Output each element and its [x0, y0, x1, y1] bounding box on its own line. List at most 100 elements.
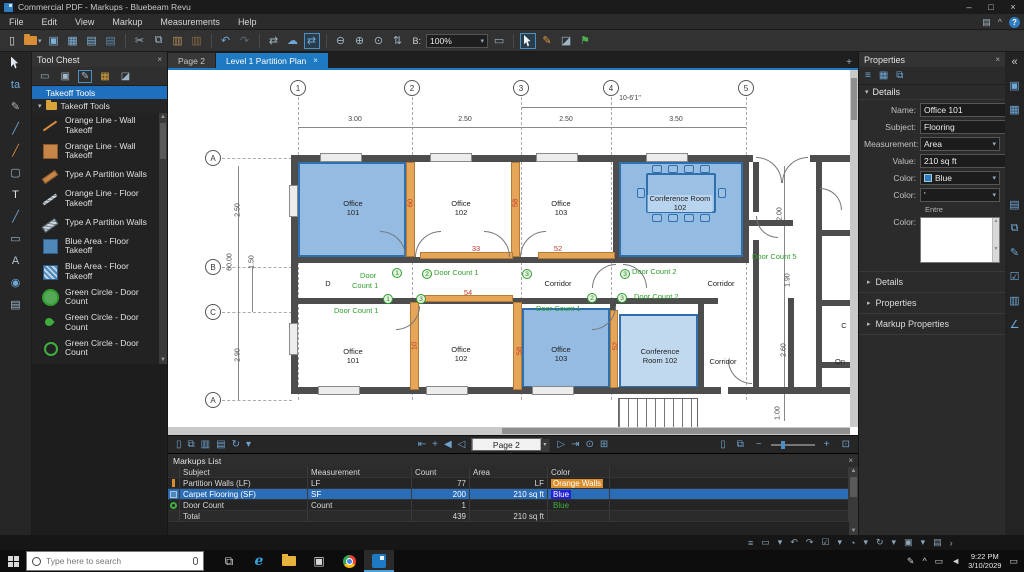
media-icon[interactable]: ▤ — [1009, 198, 1019, 211]
print-button[interactable]: ▤ — [84, 33, 100, 49]
next-page-icon[interactable]: ▷ — [557, 439, 565, 450]
store-button[interactable]: ▣ — [304, 550, 334, 572]
tool-item[interactable]: Type A Partition Walls — [32, 164, 159, 186]
column-header-measurement[interactable]: Measurement — [308, 467, 412, 477]
create-pdf-button[interactable]: ▦ — [65, 33, 81, 49]
minimize-button[interactable]: – — [958, 2, 980, 12]
copy-button[interactable]: ⧉ — [151, 33, 167, 49]
close-icon[interactable]: × — [848, 456, 853, 465]
save-caret[interactable]: ▾ — [921, 537, 926, 548]
paste-button[interactable]: ▥ — [170, 33, 186, 49]
redo-icon[interactable]: ↷ — [806, 537, 814, 548]
form-view-icon[interactable]: ▦ — [879, 70, 888, 81]
tool-item[interactable]: Orange Line - Wall Takeoff — [32, 113, 159, 139]
measure-icon[interactable]: ∠ — [1010, 318, 1020, 331]
column-header-count[interactable]: Count — [412, 467, 470, 477]
column-header-subject[interactable]: Subject — [180, 467, 308, 477]
new-document-button[interactable]: ▯ — [4, 33, 20, 49]
search-input[interactable] — [46, 556, 188, 566]
clipboard-icon[interactable]: ▥ — [201, 439, 210, 450]
menu-view[interactable]: View — [66, 14, 103, 30]
markups-row[interactable]: Total 439 210 sq ft — [168, 511, 849, 522]
door-count-marker[interactable]: 3 — [617, 293, 627, 303]
undo-icon[interactable]: ↶ — [790, 537, 798, 548]
sets-icon[interactable]: ⧉ — [1011, 222, 1019, 235]
door-count-marker[interactable]: 1 — [383, 294, 393, 304]
zoom-window-button[interactable]: ⊙ — [371, 33, 387, 49]
microphone-icon[interactable] — [193, 557, 198, 565]
close-icon[interactable]: × — [157, 55, 162, 64]
sync-caret[interactable]: ▾ — [892, 537, 897, 548]
menu-edit[interactable]: Edit — [33, 14, 67, 30]
redo-button[interactable]: ↷ — [237, 33, 253, 49]
signature-icon[interactable]: ✎ — [1010, 246, 1019, 259]
eraser-tool-button[interactable]: ◪ — [558, 33, 574, 49]
single-page-icon[interactable]: ▯ — [720, 439, 726, 450]
previous-page-icon[interactable]: ◁ — [458, 439, 466, 450]
file-explorer-button[interactable] — [274, 550, 304, 572]
start-button[interactable] — [0, 550, 26, 572]
close-tab-icon[interactable]: × — [313, 56, 318, 65]
menu-file[interactable]: File — [0, 14, 33, 30]
color-text-box[interactable]: ▲ ▼ — [920, 217, 1000, 263]
checkbox-caret[interactable]: ▾ — [837, 537, 842, 548]
checklist-icon[interactable]: ☑ — [1010, 270, 1020, 283]
cut-button[interactable]: ✂ — [132, 33, 148, 49]
zoom-in-icon[interactable]: + — [824, 439, 830, 450]
tool-chest-scrollbar[interactable]: ▲ ▼ — [159, 113, 167, 364]
volume-icon[interactable]: ◄ — [951, 556, 960, 566]
tool-item[interactable]: Orange Line - Floor Takeoff — [32, 186, 159, 212]
tool-item[interactable]: Blue Area - Floor Takeoff — [32, 259, 159, 285]
partition-wall-markup[interactable] — [538, 252, 615, 259]
tool-item[interactable]: Type A Partition Walls — [32, 212, 159, 234]
polyline-tool-icon[interactable]: ╱ — [12, 210, 19, 223]
sync-icon[interactable]: ↻ — [876, 537, 884, 548]
door-count-marker[interactable]: 2 — [587, 293, 597, 303]
chrome-button[interactable] — [334, 550, 364, 572]
details-section-header[interactable]: ▾ Details — [859, 85, 1005, 100]
list-view-icon[interactable]: ≡ — [865, 70, 871, 81]
network-icon[interactable]: ▭ — [935, 556, 944, 567]
dynamic-zoom-button[interactable]: ⇅ — [390, 33, 406, 49]
column-header-area[interactable]: Area — [470, 467, 548, 477]
chevron-up-icon[interactable]: ^ — [998, 17, 1002, 27]
tool-set-header[interactable]: Takeoff Tools — [32, 86, 167, 99]
lasso-tool-icon[interactable]: ▢ — [10, 166, 20, 179]
door-count-marker[interactable]: 3 — [522, 269, 532, 279]
tool-folder-row[interactable]: ▾ Takeoff Tools — [32, 99, 167, 113]
first-page-icon[interactable]: ⇤ — [418, 439, 426, 450]
edge-button[interactable]: e — [244, 550, 274, 572]
pencil-tool-button[interactable]: ✎ — [539, 33, 555, 49]
help-icon[interactable]: ? — [1009, 16, 1020, 28]
markups-scrollbar[interactable]: ▲ ▼ — [849, 467, 858, 535]
tool-item[interactable]: Green Circle - Door Count — [32, 310, 159, 336]
insert-page-icon[interactable]: + — [432, 439, 438, 450]
select-tool-icon[interactable] — [11, 56, 20, 69]
list-icon[interactable]: ≡ — [748, 538, 753, 548]
tool-item[interactable]: Green Circle - Door Count — [32, 285, 159, 311]
color-select-2[interactable]: ' ▾ — [920, 188, 1000, 202]
thumbnail-view-icon[interactable]: ▯ — [176, 439, 182, 450]
last-page-icon[interactable]: ⇥ — [571, 439, 579, 450]
status-caret[interactable]: ▾ — [863, 537, 868, 548]
tool-item[interactable]: Green Circle - Door Count — [32, 336, 159, 362]
sphere-tool-icon[interactable]: ◉ — [11, 276, 21, 289]
bluebeam-button[interactable] — [364, 550, 394, 572]
partition-wall-markup[interactable] — [511, 162, 520, 257]
tool-item[interactable]: Orange Line - Wall Takeoff — [32, 139, 159, 165]
save-button[interactable]: ▣ — [46, 33, 62, 49]
close-icon[interactable]: × — [995, 55, 1000, 64]
zoom-out-button[interactable]: ⊖ — [333, 33, 349, 49]
studio-go-button[interactable]: ⇄ — [266, 33, 282, 49]
eraser-mode-icon[interactable]: ◪ — [118, 70, 133, 83]
partition-wall-markup[interactable] — [406, 162, 415, 257]
file-access-icon[interactable]: ▣ — [1009, 79, 1019, 92]
recent-tools-icon[interactable]: ▦ — [97, 70, 112, 83]
page-setup-icon[interactable]: ▤ — [216, 439, 225, 450]
document-canvas[interactable]: 1 2 3 4 5 A B C A 3.00 2.50 2.50 3.50 10-6'1" 2.50 60.0… — [168, 68, 858, 435]
paste-in-place-button[interactable]: ▥ — [189, 33, 205, 49]
label-tool-icon[interactable]: A — [12, 254, 19, 267]
canvas-vertical-scrollbar[interactable] — [850, 70, 858, 427]
grid-view-icon[interactable]: ⊞ — [600, 439, 608, 450]
menu-measurements[interactable]: Measurements — [151, 14, 229, 30]
